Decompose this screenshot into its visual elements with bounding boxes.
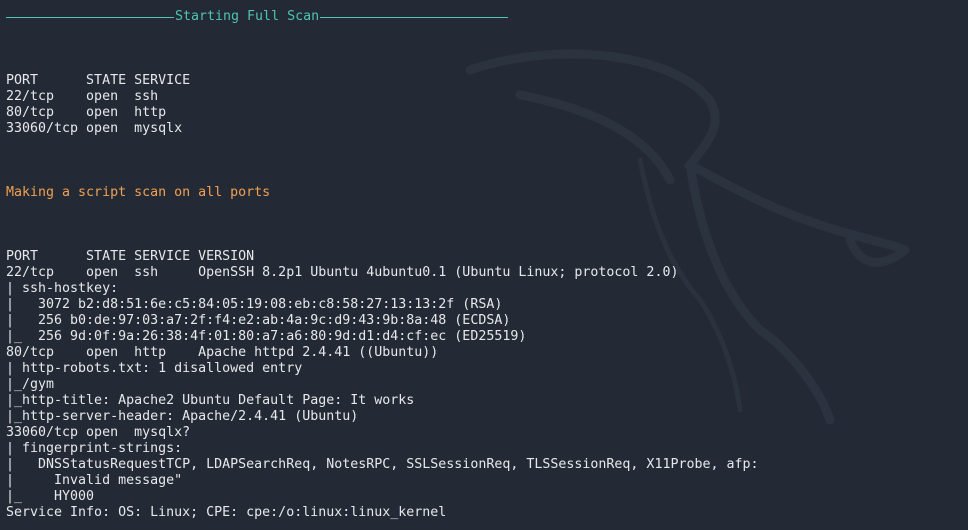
terminal-output: Starting Full Scan PORT STATE SERVICE 22… [6, 0, 962, 530]
service-line: | fingerprint-strings: [6, 441, 183, 456]
service-line: | 256 b0:de:97:03:a7:2f:f4:e2:ab:4a:9c:d… [6, 313, 511, 328]
service-line: | http-robots.txt: 1 disallowed entry [6, 361, 303, 376]
ports-table-row: 80/tcp open http [6, 105, 167, 120]
service-line: | 3072 b2:d8:51:6e:c5:84:05:19:08:eb:c8:… [6, 297, 503, 312]
ports-table-row: 33060/tcp open mysqlx [6, 121, 183, 136]
service-line: 80/tcp open http Apache httpd 2.4.41 ((U… [6, 345, 439, 360]
service-line: | DNSStatusRequestTCP, LDAPSearchReq, No… [6, 457, 759, 472]
service-line: 33060/tcp open mysqlx? [6, 425, 191, 440]
ports-table-row: 22/tcp open ssh [6, 89, 159, 104]
service-line: | Invalid message" [6, 473, 183, 488]
service-line: 22/tcp open ssh OpenSSH 8.2p1 Ubuntu 4ub… [6, 265, 679, 280]
service-line: | ssh-hostkey: [6, 281, 119, 296]
scan-header: Starting Full Scan [6, 9, 509, 25]
service-line: |_http-title: Apache2 Ubuntu Default Pag… [6, 393, 415, 408]
service-line: |_/gym [6, 377, 55, 392]
scan-header-title: Starting Full Scan [175, 9, 320, 24]
service-line: |_ HY000 [6, 489, 95, 504]
service-line: |_ 256 9d:0f:9a:26:38:4f:01:80:a7:a6:80:… [6, 329, 527, 344]
header-rule-right [320, 16, 509, 18]
services-table-header: PORT STATE SERVICE VERSION [6, 249, 255, 264]
service-info-line: Service Info: OS: Linux; CPE: cpe:/o:lin… [6, 505, 447, 520]
service-line: |_http-server-header: Apache/2.4.41 (Ubu… [6, 409, 359, 424]
ports-table-header: PORT STATE SERVICE [6, 73, 191, 88]
header-rule-left [6, 16, 174, 18]
script-scan-message: Making a script scan on all ports [6, 185, 271, 200]
